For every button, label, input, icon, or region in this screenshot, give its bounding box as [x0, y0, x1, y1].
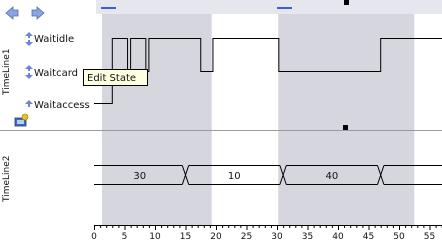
top-scroll-band[interactable]	[96, 0, 442, 14]
tooltip-text: Edit State	[87, 73, 136, 84]
right-arrow-icon	[32, 7, 44, 19]
timing-diagram-view: TimeLine1 Waitidle Waitcard Waitaccess	[0, 0, 442, 242]
timeline1-name: TimeLine1	[2, 48, 12, 96]
axis-tick-label: 45	[363, 232, 374, 242]
top-marker-handle[interactable]	[344, 0, 349, 5]
axis-tick-label: 10	[149, 232, 161, 242]
edit-state-tooltip: Edit State	[84, 70, 148, 86]
bus-value-label: 40	[326, 171, 339, 182]
timing-diagram-canvas: TimeLine1 Waitidle Waitcard Waitaccess	[0, 0, 442, 242]
shaded-interval	[278, 14, 414, 225]
left-arrow-icon	[6, 7, 18, 19]
state-row-waitcard[interactable]: Waitcard	[25, 65, 78, 79]
state-label-waitaccess: Waitaccess	[34, 100, 90, 111]
bus-value-label: 30	[133, 171, 146, 182]
state-row-waitaccess[interactable]: Waitaccess	[25, 100, 90, 111]
forward-nav-button[interactable]	[32, 7, 44, 19]
axis-tick-label: 5	[122, 232, 128, 242]
timeline1-bottom-marker[interactable]	[343, 125, 348, 130]
axis-tick-label: 15	[180, 232, 191, 242]
back-nav-button[interactable]	[6, 7, 18, 19]
shaded-interval	[102, 14, 212, 225]
axis-tick-label: 20	[210, 232, 222, 242]
up-arrow-icon	[25, 100, 33, 107]
state-row-waitidle[interactable]: Waitidle	[25, 32, 74, 46]
axis-tick-label: 35	[302, 232, 313, 242]
bus-value-label: 10	[228, 171, 241, 182]
axis-tick-label: 40	[332, 232, 344, 242]
axis-tick-label: 0	[91, 232, 97, 242]
edit-state-icon[interactable]	[15, 114, 28, 126]
state-label-waitcard: Waitcard	[34, 68, 78, 79]
axis-tick-label: 50	[393, 232, 405, 242]
axis-tick-label: 25	[241, 232, 252, 242]
axis-tick-label: 30	[271, 232, 283, 242]
state-label-waitidle: Waitidle	[34, 34, 74, 45]
timeline2-name: TimeLine2	[2, 155, 12, 203]
up-down-arrows-icon	[25, 32, 33, 46]
up-down-arrows-icon	[25, 65, 33, 79]
axis-tick-label: 55	[424, 232, 435, 242]
time-axis: 0 5 10 15 20 25 30 35 40 45 50 55	[91, 226, 442, 243]
